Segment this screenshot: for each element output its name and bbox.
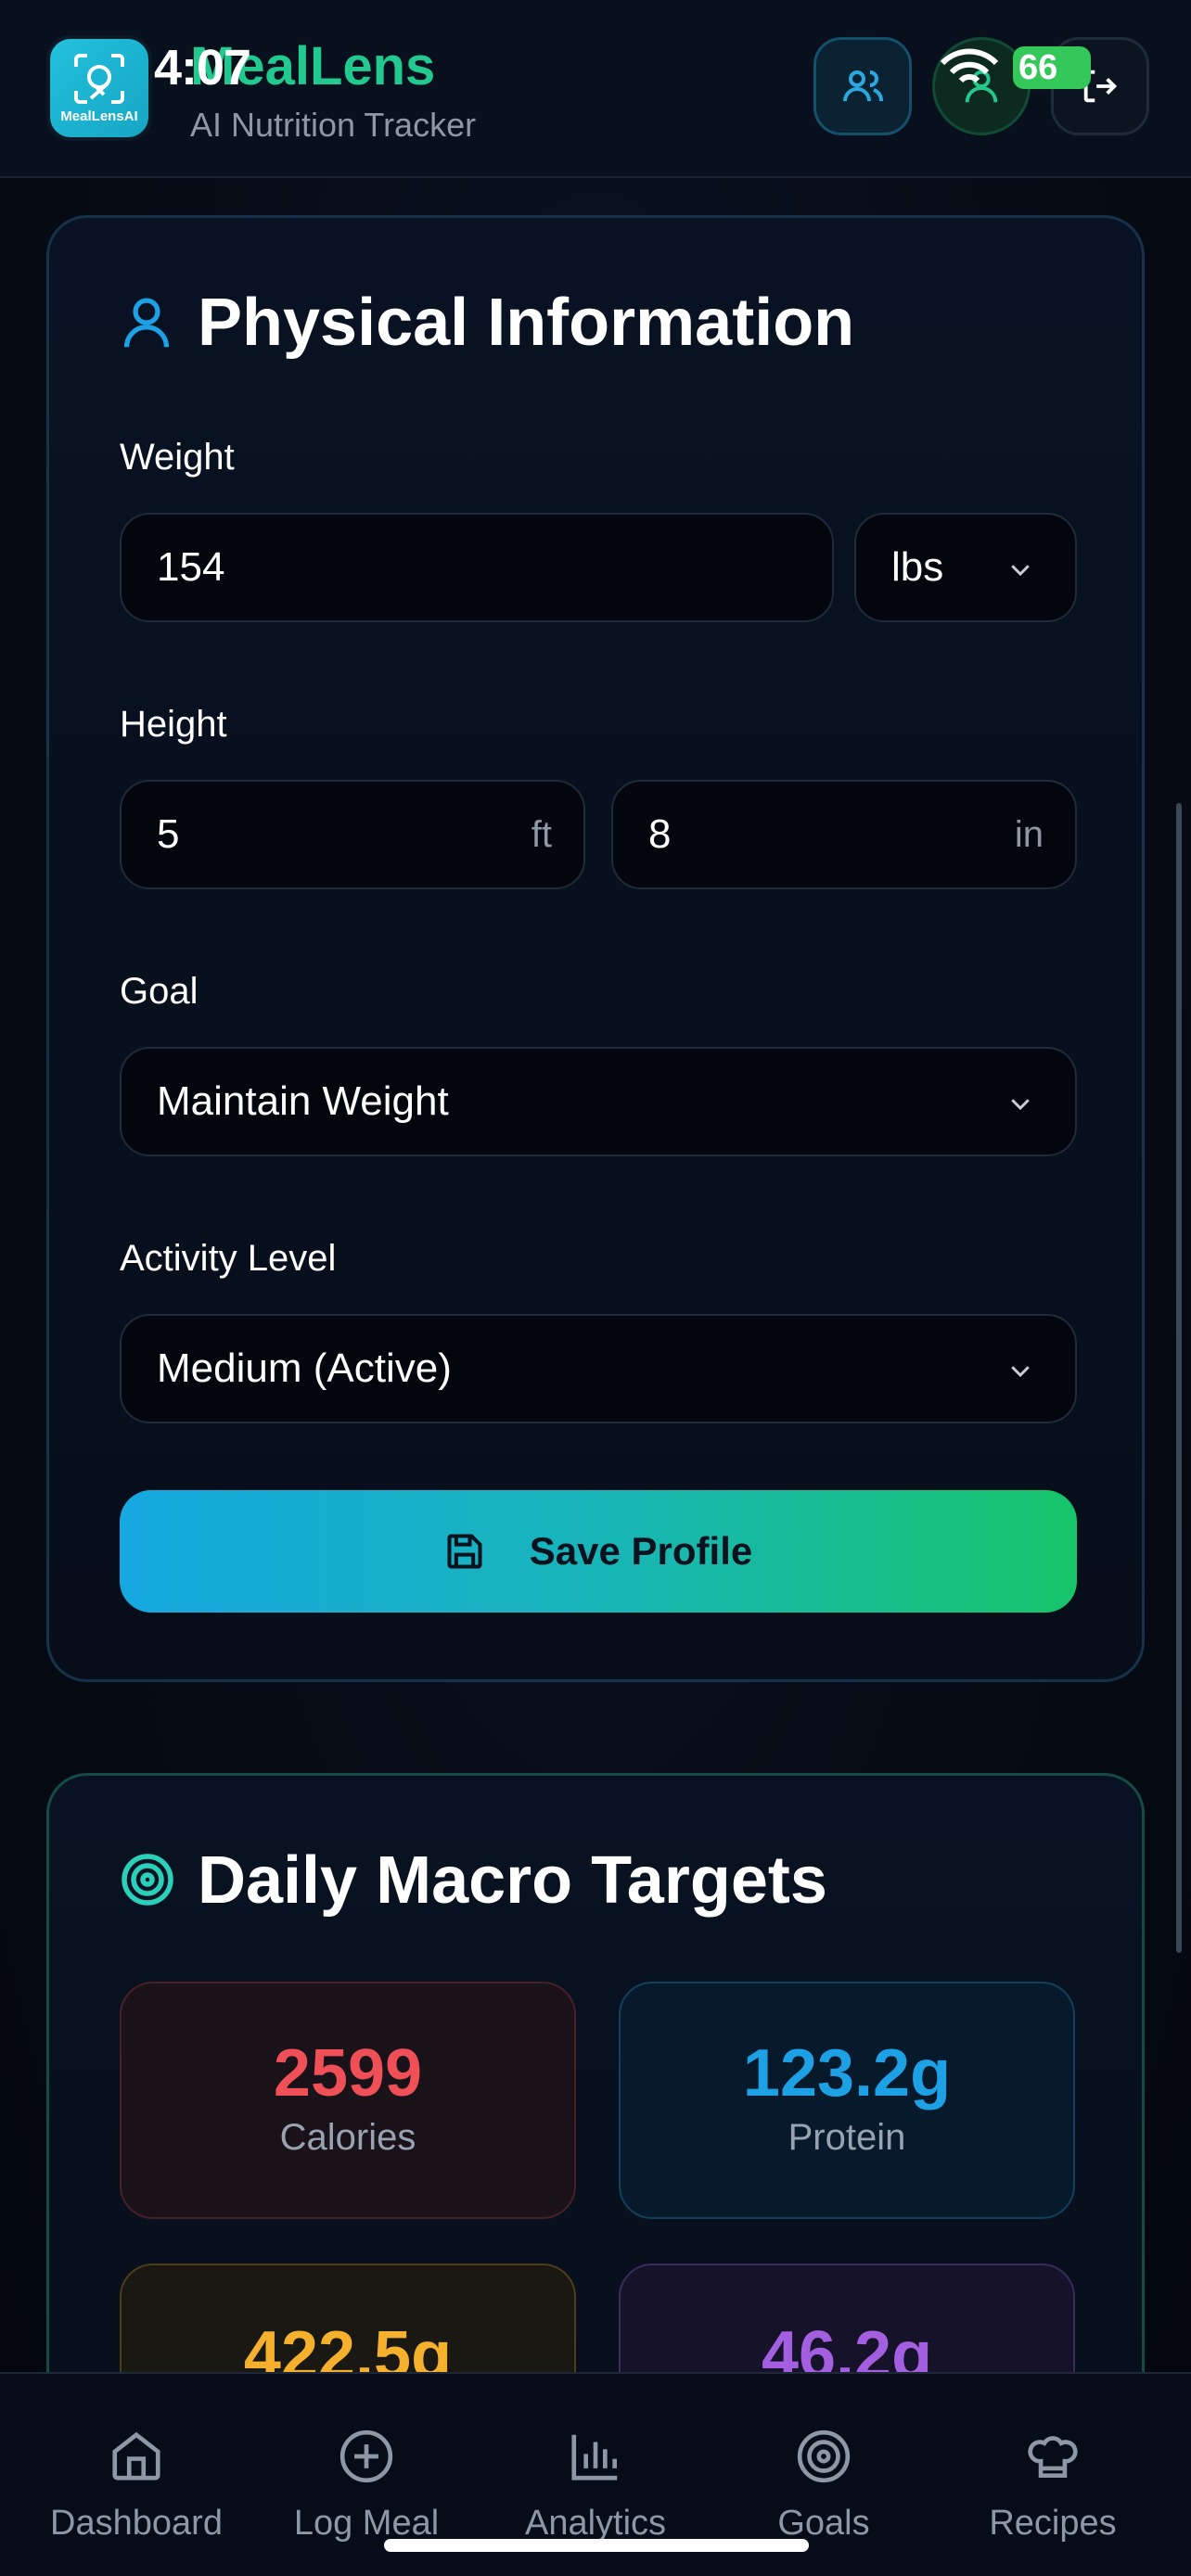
goal-select[interactable]: Maintain Weight [120, 1047, 1077, 1156]
calories-value: 2599 [273, 2036, 423, 2111]
calories-label: Calories [279, 2117, 416, 2158]
app-subtitle: AI Nutrition Tracker [190, 106, 477, 144]
app-logo[interactable]: MealLensAI [46, 35, 152, 141]
weight-value: 154 [157, 544, 225, 590]
app-header: MealLensAI MealLens 4:07 AI Nutrition Tr… [0, 0, 1191, 178]
physical-information-card: Physical Information Weight 154 lbs Heig… [46, 215, 1145, 1682]
nav-item-analytics[interactable]: Analytics [481, 2424, 710, 2544]
feet-unit-label: ft [531, 814, 552, 855]
nav-item-log-meal[interactable]: Log Meal [252, 2424, 480, 2544]
nav-label: Log Meal [293, 2504, 440, 2543]
protein-tile: 123.2g Protein [619, 1982, 1075, 2219]
nav-label: Recipes [989, 2504, 1117, 2543]
height-feet-input[interactable]: 5 ft [120, 780, 585, 889]
nav-item-goals[interactable]: Goals [710, 2424, 938, 2544]
card-title: Physical Information [198, 286, 855, 360]
activity-level-label: Activity Level [120, 1238, 337, 1279]
save-profile-button[interactable]: Save Profile [120, 1490, 1077, 1613]
weight-label: Weight [120, 437, 235, 478]
camera-scan-icon [74, 54, 124, 104]
weight-unit-select[interactable]: lbs [854, 513, 1077, 622]
nav-label: Dashboard [50, 2504, 223, 2543]
protein-label: Protein [788, 2117, 906, 2158]
nav-item-recipes[interactable]: Recipes [939, 2424, 1167, 2544]
chevron-down-icon [1011, 565, 1030, 577]
logo-text: MealLensAI [60, 108, 138, 124]
save-icon [447, 1534, 482, 1569]
user-icon [123, 298, 170, 348]
height-label: Height [120, 704, 227, 745]
target-icon [797, 2429, 851, 2483]
height-feet-value: 5 [157, 811, 180, 857]
activity-level-select[interactable]: Medium (Active) [120, 1314, 1077, 1423]
inches-unit-label: in [1014, 814, 1044, 855]
chevron-down-icon [1011, 1366, 1030, 1378]
save-profile-label: Save Profile [529, 1529, 753, 1573]
plus-circle-icon [339, 2429, 393, 2483]
chevron-down-icon [1011, 1099, 1030, 1111]
status-time: 4:07 [154, 40, 251, 96]
calories-tile: 2599 Calories [120, 1982, 576, 2219]
chef-hat-icon [1028, 2436, 1078, 2478]
height-inches-value: 8 [648, 811, 672, 857]
nav-item-dashboard[interactable]: Dashboard [22, 2424, 250, 2544]
card-title: Daily Macro Targets [198, 1843, 827, 1918]
nav-label: Analytics [524, 2504, 667, 2543]
weight-input[interactable]: 154 [120, 513, 834, 622]
wifi-icon [940, 48, 999, 83]
users-icon [843, 70, 883, 102]
scrollbar[interactable] [1176, 803, 1182, 1953]
bar-chart-icon [571, 2434, 618, 2480]
home-icon [112, 2431, 160, 2480]
system-icons [937, 46, 1002, 96]
weight-unit-value: lbs [891, 544, 944, 590]
target-icon [122, 1854, 173, 1906]
protein-value: 123.2g [742, 2036, 952, 2111]
activity-level-value: Medium (Active) [157, 1345, 452, 1391]
home-indicator[interactable] [384, 2539, 809, 2552]
nav-label: Goals [777, 2504, 870, 2543]
goal-label: Goal [120, 971, 198, 1012]
users-button[interactable] [813, 37, 912, 135]
height-inches-input[interactable]: 8 in [611, 780, 1077, 889]
battery-indicator: 66 [1013, 46, 1091, 89]
goal-value: Maintain Weight [157, 1078, 449, 1124]
